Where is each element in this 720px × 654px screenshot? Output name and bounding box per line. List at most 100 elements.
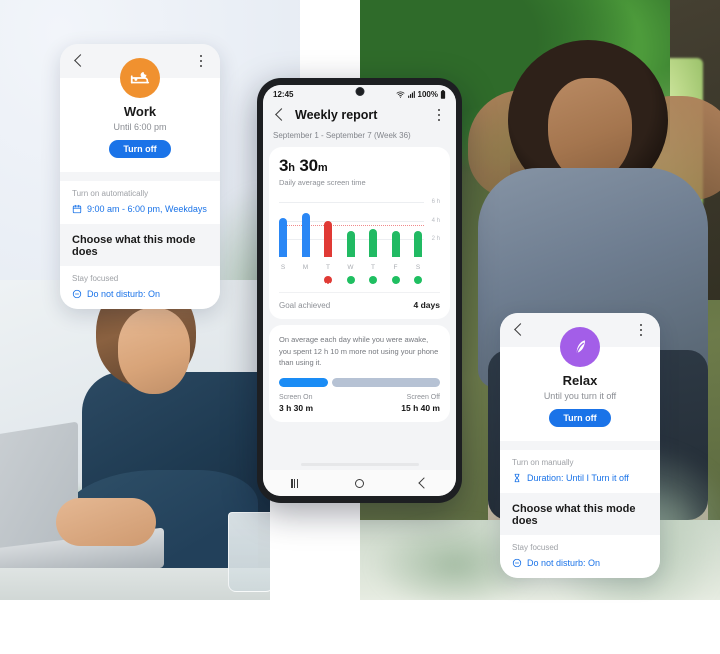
bed-icon [120,58,160,98]
kebab-menu-icon[interactable] [194,53,208,69]
chart-status-slot [279,276,287,284]
phone-device: 12:45 100% Weekly report September 1 - S… [257,78,462,503]
kebab-menu-icon[interactable] [432,107,446,123]
relax-turn-off-button[interactable]: Turn off [549,409,611,427]
date-range-label: September 1 - September 7 (Week 36) [263,129,456,147]
weekly-bar-chart: 2 h 4 h 6 h S M T W T F S [279,195,440,273]
relax-focus-section: Stay focused Do not disturb: On [500,535,660,578]
insight-card: On average each day while you were awake… [269,325,450,422]
work-mode-card: Work Until 6:00 pm Turn off Turn on auto… [60,44,220,309]
avg-minutes: 30 [299,156,318,175]
hourglass-icon [514,473,520,483]
relax-focus-label: Stay focused [512,543,559,552]
avg-minutes-unit: m [317,162,328,174]
work-schedule-row[interactable]: 9:00 am - 6:00 pm, Weekdays [72,204,208,214]
chart-bar [301,213,310,257]
work-schedule-text: 9:00 am - 6:00 pm, Weekdays [87,204,207,214]
back-icon[interactable] [273,108,287,122]
daily-average-value: 3h 30m [279,156,440,176]
do-not-disturb-icon [512,558,522,568]
work-mode-title: Work [123,104,157,119]
chart-status-slot [302,276,310,284]
check-icon [346,276,355,288]
battery-percent-text: 100% [417,89,438,99]
background-bottom-white [0,600,720,654]
check-icon [414,276,422,288]
check-icon [391,276,400,288]
chart-bars [279,195,422,257]
chart-status-slot [324,276,332,288]
calendar-icon [72,204,82,214]
photo-man-with-laptop [0,280,270,600]
work-auto-label: Turn on automatically [72,189,149,198]
chart-day-label: W [347,264,354,271]
relax-dnd-row[interactable]: Do not disturb: On [512,558,648,568]
relax-mode-card: Relax Until you turn it off Turn off Tur… [500,313,660,578]
relax-card-hero: Relax Until you turn it off Turn off [500,327,660,441]
screen-on-off-bar [279,377,440,387]
chart-y-axis: 2 h 4 h 6 h [425,195,440,257]
home-circle-icon[interactable] [354,478,364,488]
avg-hours: 3 [279,156,289,175]
status-empty [302,276,310,284]
kebab-menu-icon[interactable] [634,322,648,338]
back-chevron-icon[interactable] [418,477,430,489]
chart-bar [391,231,400,257]
daily-average-caption: Daily average screen time [279,178,366,187]
check-icon [369,276,377,288]
page-title: Weekly report [295,108,378,122]
chart-status-slot [369,276,377,288]
relax-duration-text: Duration: Until I Turn it off [527,473,629,483]
chart-status-slot [391,276,400,288]
battery-full-icon [440,89,446,99]
screen-off-value: 15 h 40 m [401,402,440,413]
phone-screen: 12:45 100% Weekly report September 1 - S… [263,85,456,496]
screen-off-label: Screen Off [406,393,440,401]
chart-bar [369,228,377,257]
app-bar: Weekly report [263,103,456,129]
cross-icon [324,276,332,288]
relax-manual-section: Turn on manually Duration: Until I Turn … [500,450,660,493]
back-icon[interactable] [512,323,526,337]
work-auto-section: Turn on automatically 9:00 am - 6:00 pm,… [60,181,220,224]
screen-on-block: Screen On 3 h 30 m [279,394,313,413]
recents-icon[interactable] [291,478,299,488]
relax-manual-label: Turn on manually [512,458,574,467]
chart-y-tick: 4 h [431,217,440,224]
chart-day-label: T [371,264,375,271]
photo-hand [56,498,156,546]
work-card-hero: Work Until 6:00 pm Turn off [60,58,220,172]
app-bar-left: Weekly report [273,108,377,122]
do-not-disturb-icon [72,289,82,299]
photo-water-glass [228,512,270,592]
chart-day-label: F [393,264,398,271]
gesture-handle[interactable] [300,463,419,466]
work-dnd-row[interactable]: Do not disturb: On [72,289,208,299]
card-gap [60,172,220,181]
chart-status-slot [414,276,422,288]
scroll-spacer [263,428,456,436]
chart-bar [414,230,422,257]
work-turn-off-button[interactable]: Turn off [109,140,171,158]
chart-y-tick: 6 h [431,199,440,206]
cellular-signal-icon [407,90,415,98]
insight-text: On average each day while you were awake… [279,335,439,368]
leaf-icon [560,327,600,367]
back-icon[interactable] [72,54,86,68]
chart-day-label: S [415,264,421,271]
chart-y-tick: 2 h [431,235,440,242]
work-focus-label: Stay focused [72,274,119,283]
photo-face [118,308,190,394]
chart-day-labels: SMTWTFS [279,264,422,271]
status-bar-time: 12:45 [273,89,294,99]
wifi-icon [396,91,404,98]
screen-on-label: Screen On [279,393,313,401]
goal-achieved-label: Goal achieved [279,300,331,310]
relax-duration-row[interactable]: Duration: Until I Turn it off [512,473,648,483]
relax-choose-heading: Choose what this mode does [500,493,660,535]
avg-hours-unit: h [288,162,295,174]
screen-time-card: 3h 30m Daily average screen time 2 h 4 h 6… [269,147,450,319]
status-empty [279,276,287,284]
screenshot-stage: Work Until 6:00 pm Turn off Turn on auto… [0,0,720,654]
relax-mode-title: Relax [562,373,598,388]
